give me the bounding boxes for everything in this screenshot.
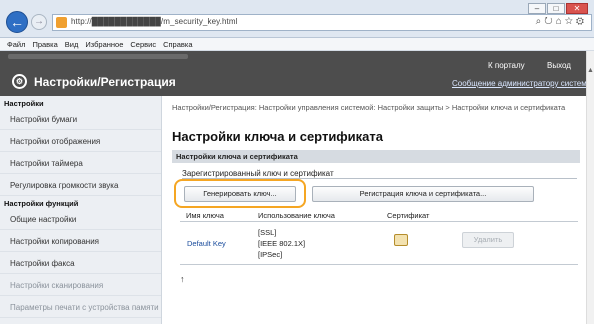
search-icon[interactable]: ⌕ bbox=[536, 16, 545, 27]
column-header-certificate: Сертификат bbox=[387, 211, 430, 220]
settings-brand-icon: ⚙ bbox=[12, 74, 27, 89]
sidebar-item-scan[interactable]: Настройки сканирования bbox=[0, 274, 161, 296]
menu-favorites[interactable]: Избранное bbox=[82, 38, 127, 50]
menu-help[interactable]: Справка bbox=[160, 38, 196, 50]
maximize-icon[interactable]: □ bbox=[547, 3, 565, 14]
generate-key-button[interactable]: Генерировать ключ... bbox=[184, 186, 296, 202]
delete-button[interactable]: Удалить bbox=[462, 232, 514, 248]
gear-icon[interactable]: ⚙ bbox=[576, 16, 587, 27]
column-header-key-name: Имя ключа bbox=[186, 211, 224, 220]
address-tools: ⌕↻⌂☆⚙ bbox=[536, 16, 587, 27]
menu-file[interactable]: Файл bbox=[4, 38, 29, 50]
sidebar: Настройки Настройки бумаги Настройки ото… bbox=[0, 96, 162, 324]
refresh-icon[interactable]: ↻ bbox=[544, 16, 555, 27]
minimize-icon[interactable]: – bbox=[528, 3, 546, 14]
admin-message-link[interactable]: Сообщение администратору системы bbox=[452, 79, 592, 88]
address-url[interactable]: http://████████████/m_security_key.html bbox=[71, 17, 237, 26]
browser-titlebar: – □ ✕ ← → http://████████████/m_security… bbox=[0, 0, 594, 38]
sidebar-section-functions: Настройки функций bbox=[4, 199, 79, 208]
page-title: Настройки ключа и сертификата bbox=[172, 129, 384, 144]
menu-tools[interactable]: Сервис bbox=[127, 38, 160, 50]
certificate-icon[interactable] bbox=[394, 234, 408, 246]
menu-edit[interactable]: Правка bbox=[29, 38, 61, 50]
app-header: ⚙ Настройки/Регистрация К порталу Выход … bbox=[0, 51, 594, 96]
forward-arrow-icon[interactable]: → bbox=[31, 14, 47, 30]
sidebar-item-timer[interactable]: Настройки таймера bbox=[0, 152, 161, 174]
breadcrumb: Настройки/Регистрация: Настройки управле… bbox=[172, 103, 566, 112]
address-bar[interactable]: http://████████████/m_security_key.html … bbox=[52, 14, 592, 31]
sidebar-item-fax[interactable]: Настройки факса bbox=[0, 252, 161, 274]
portal-link[interactable]: К порталу bbox=[488, 61, 525, 70]
section-header: Настройки ключа и сертификата bbox=[172, 150, 580, 163]
header-strip bbox=[8, 54, 188, 59]
column-header-key-usage: Использование ключа bbox=[258, 211, 335, 220]
page-icon bbox=[56, 17, 67, 28]
menu-view[interactable]: Вид bbox=[62, 38, 83, 50]
sidebar-item-display[interactable]: Настройки отображения bbox=[0, 130, 161, 152]
logout-link[interactable]: Выход bbox=[547, 61, 571, 70]
scrollbar[interactable]: ▲ bbox=[586, 51, 594, 324]
back-to-top-icon[interactable]: ↑ bbox=[180, 274, 185, 284]
sidebar-item-common[interactable]: Общие настройки bbox=[0, 208, 161, 230]
register-key-certificate-button[interactable]: Регистрация ключа и сертификата... bbox=[312, 186, 534, 202]
sidebar-item-volume[interactable]: Регулировка громкости звука bbox=[0, 174, 161, 196]
divider bbox=[180, 221, 578, 222]
key-usage-cell: [SSL] [IEEE 802.1X] [IPSec] bbox=[258, 228, 306, 259]
app-title: Настройки/Регистрация bbox=[34, 75, 176, 89]
scroll-up-icon[interactable]: ▲ bbox=[587, 67, 594, 75]
sidebar-section-settings: Настройки bbox=[4, 99, 44, 108]
sidebar-item-copy[interactable]: Настройки копирования bbox=[0, 230, 161, 252]
sidebar-item-memory-print[interactable]: Параметры печати с устройства памяти bbox=[0, 296, 161, 318]
main-content: Настройки/Регистрация: Настройки управле… bbox=[162, 96, 586, 324]
browser-menubar: Файл Правка Вид Избранное Сервис Справка bbox=[0, 38, 594, 51]
window-controls: – □ ✕ bbox=[528, 3, 588, 14]
key-name-link[interactable]: Default Key bbox=[187, 239, 226, 248]
close-icon[interactable]: ✕ bbox=[566, 3, 588, 14]
star-icon[interactable]: ☆ bbox=[565, 16, 576, 27]
back-arrow-icon[interactable]: ← bbox=[6, 11, 28, 33]
registered-keys-heading: Зарегистрированный ключ и сертификат bbox=[182, 169, 334, 178]
divider bbox=[180, 264, 578, 265]
sidebar-item-paper[interactable]: Настройки бумаги bbox=[0, 108, 161, 130]
home-icon[interactable]: ⌂ bbox=[556, 16, 565, 27]
